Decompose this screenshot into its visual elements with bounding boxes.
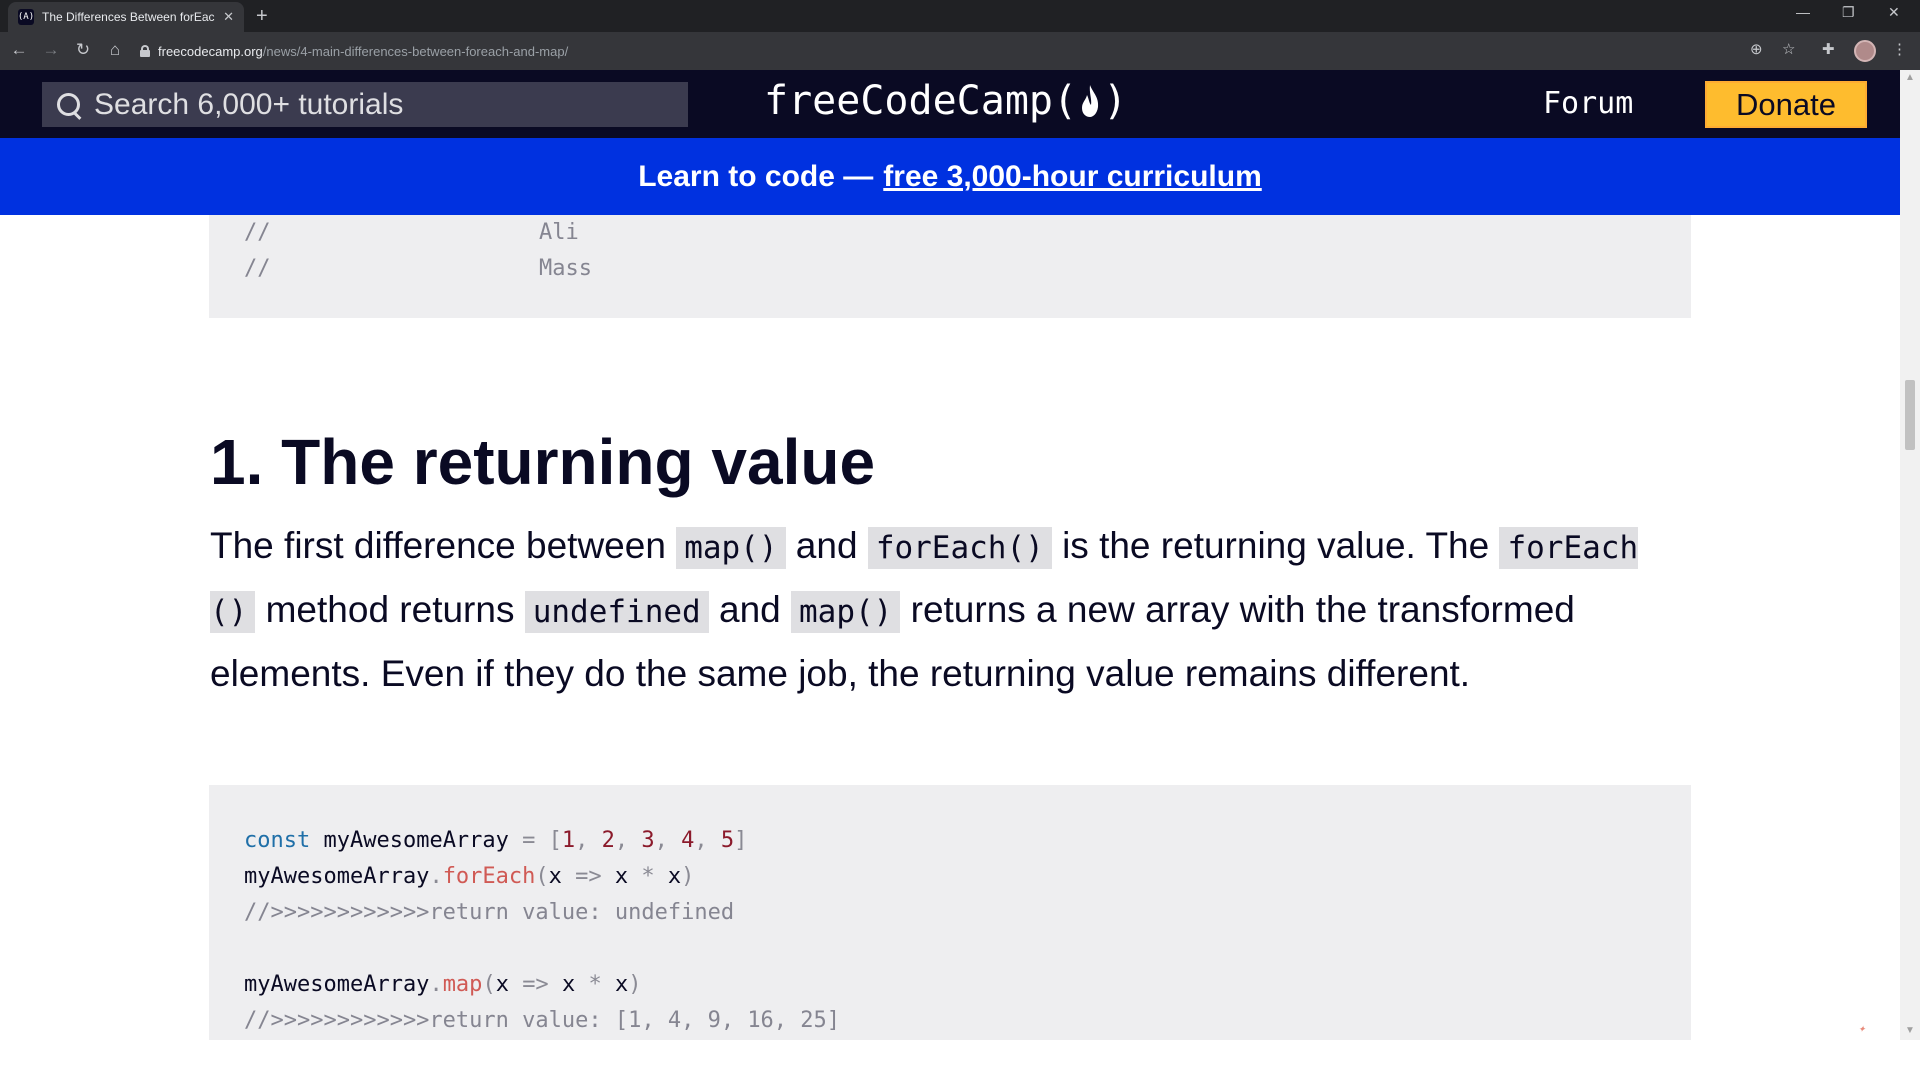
donate-button[interactable]: Donate xyxy=(1705,81,1867,128)
article-paragraph: The first difference between map() and f… xyxy=(210,525,1639,694)
tab-close-icon[interactable]: ✕ xyxy=(223,9,234,25)
curriculum-banner: Learn to code — free 3,000-hour curricul… xyxy=(0,138,1900,215)
inline-code: forEach() xyxy=(867,527,1052,569)
zoom-icon[interactable]: ⊕ xyxy=(1750,41,1763,59)
star-icon[interactable]: ☆ xyxy=(1782,41,1795,59)
code-line: myAwesomeArray.forEach(x => x * x) xyxy=(244,864,695,889)
back-arrow-icon[interactable]: ← xyxy=(8,40,30,60)
extensions-icon[interactable]: ✚ xyxy=(1822,41,1835,59)
code-comment: //>>>>>>>>>>>>return value: undefined xyxy=(244,900,735,925)
home-icon[interactable]: ⌂ xyxy=(104,40,126,60)
search-bar[interactable] xyxy=(42,82,688,127)
inline-code: map() xyxy=(791,591,901,633)
page-scrollbar[interactable]: ▲ ▼ xyxy=(1900,70,1920,1040)
code-block: const myAwesomeArray = [1, 2, 3, 4, 5] m… xyxy=(209,785,1691,1040)
close-icon[interactable]: ✕ xyxy=(1888,4,1900,21)
forward-arrow-icon[interactable]: → xyxy=(40,40,62,60)
watermark-logo-icon: ✦ xyxy=(1858,1024,1866,1034)
scrollbar-thumb[interactable] xyxy=(1905,380,1915,450)
section-heading: 1. The returning value xyxy=(210,426,876,498)
code-line: //Ali xyxy=(244,220,579,245)
url-host: freecodecamp.org xyxy=(158,43,263,59)
scroll-up-arrow-icon[interactable]: ▲ xyxy=(1905,72,1915,83)
code-line: const myAwesomeArray = [1, 2, 3, 4, 5] xyxy=(244,828,748,853)
browser-tab-strip: (A) The Differences Between forEach ✕ + … xyxy=(0,0,1920,32)
restore-icon[interactable]: ❐ xyxy=(1842,4,1855,21)
code-line: myAwesomeArray.map(x => x * x) xyxy=(244,972,642,997)
reload-icon[interactable]: ↻ xyxy=(72,40,94,60)
banner-text: Learn to code — xyxy=(638,159,874,193)
flame-icon xyxy=(1082,85,1099,117)
lock-icon[interactable] xyxy=(140,45,150,57)
previous-code-block: //Ali //Mass xyxy=(209,215,1691,318)
search-icon xyxy=(56,92,82,118)
logo-close: ) xyxy=(1103,78,1128,124)
tab-title: The Differences Between forEach xyxy=(42,10,216,24)
site-header: freeCodeCamp( ) Forum Donate xyxy=(0,70,1900,138)
scroll-down-arrow-icon[interactable]: ▼ xyxy=(1905,1025,1915,1036)
site-logo[interactable]: freeCodeCamp( ) xyxy=(764,78,1127,124)
code-line: //Mass xyxy=(244,256,592,281)
inline-code: map() xyxy=(676,527,786,569)
minimize-icon[interactable]: — xyxy=(1796,4,1810,20)
new-tab-icon[interactable]: + xyxy=(256,5,268,27)
browser-toolbar: ← → ↻ ⌂ freecodecamp.org/news/4-main-dif… xyxy=(0,32,1920,70)
search-input[interactable] xyxy=(94,87,654,122)
address-bar[interactable]: freecodecamp.org/news/4-main-differences… xyxy=(140,37,1740,65)
logo-text: freeCodeCamp( xyxy=(764,78,1078,124)
inline-code: undefined xyxy=(524,591,709,633)
kebab-menu-icon[interactable]: ⋮ xyxy=(1892,41,1907,59)
url-path: /news/4-main-differences-between-foreach… xyxy=(262,43,569,59)
favicon-icon: (A) xyxy=(18,9,34,25)
forum-link[interactable]: Forum xyxy=(1543,86,1633,121)
curriculum-link[interactable]: free 3,000-hour curriculum xyxy=(883,160,1261,194)
code-comment: //>>>>>>>>>>>>return value: [1, 4, 9, 16… xyxy=(244,1008,841,1033)
browser-tab[interactable]: (A) The Differences Between forEach ✕ xyxy=(8,2,244,32)
profile-avatar[interactable] xyxy=(1854,40,1876,62)
